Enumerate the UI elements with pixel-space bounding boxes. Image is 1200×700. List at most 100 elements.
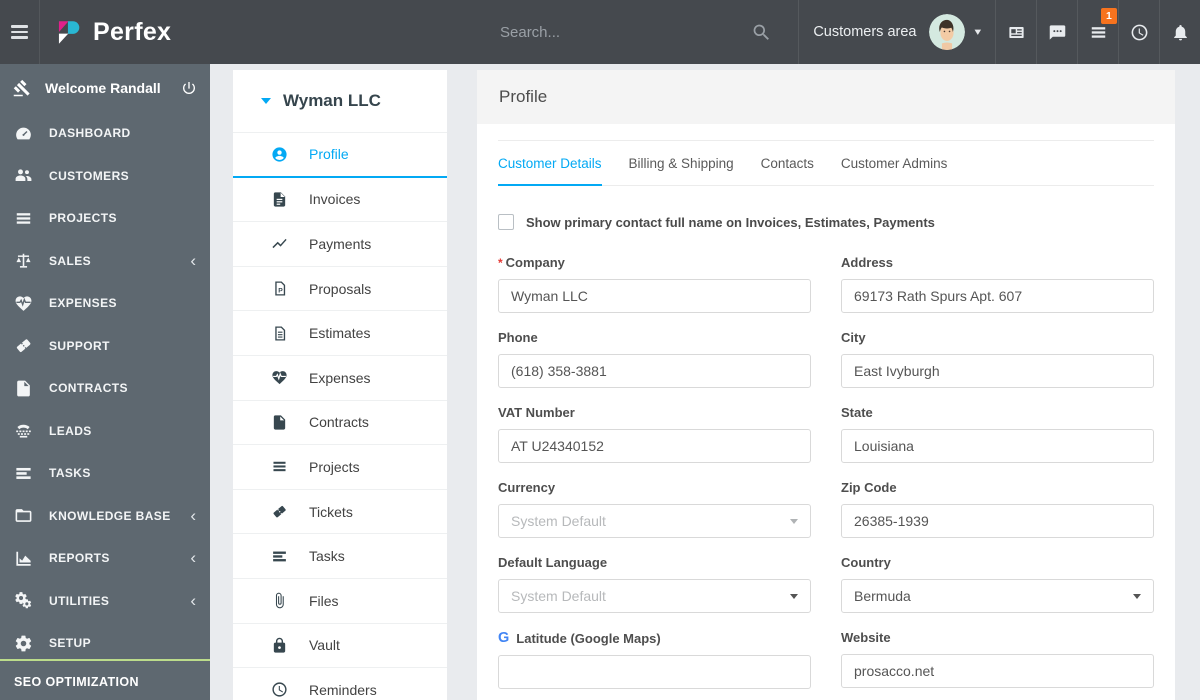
search-input[interactable] — [500, 23, 700, 41]
customer-menu-item-label: Proposals — [309, 280, 372, 297]
estimates-icon — [275, 326, 286, 341]
customer-menu-item-proposals[interactable]: P Proposals — [233, 267, 447, 312]
customer-name: Wyman LLC — [283, 91, 381, 110]
company-input[interactable] — [498, 279, 811, 313]
sidebar-item-utilities[interactable]: UTILITIES ‹ — [0, 580, 210, 623]
reminders-icon — [272, 682, 287, 698]
field-label-website: Website — [841, 630, 891, 645]
customer-menu-item-label: Reminders — [309, 681, 377, 698]
logo-text: Perfex — [93, 17, 172, 46]
customer-menu-item-profile[interactable]: Profile — [233, 133, 447, 178]
customer-menu-item-invoices[interactable]: Invoices — [233, 178, 447, 223]
knowledge-base-icon — [15, 509, 32, 523]
address-input[interactable] — [841, 279, 1154, 313]
customer-menu-item-label: Invoices — [309, 191, 361, 208]
avatar-image — [929, 14, 966, 50]
sidebar-item-label: DASHBOARD — [49, 126, 131, 141]
customer-menu-item-contracts[interactable]: Contracts — [233, 401, 447, 446]
phone-input[interactable] — [498, 354, 811, 388]
customer-name-toggle[interactable]: Wyman LLC — [233, 70, 447, 133]
tab-billing-shipping[interactable]: Billing & Shipping — [629, 141, 734, 185]
bell-icon — [1173, 24, 1187, 40]
payments-icon — [272, 239, 287, 249]
search-icon[interactable] — [751, 22, 772, 43]
primary-contact-checkbox-row: Show primary contact full name on Invoic… — [498, 214, 1154, 230]
sidebar-item-sales[interactable]: SALES ‹ — [0, 240, 210, 283]
show-primary-contact-checkbox[interactable] — [498, 214, 514, 230]
select-value: System Default — [511, 588, 606, 604]
sidebar-item-support[interactable]: SUPPORT — [0, 325, 210, 368]
field-label-zip-code: Zip Code — [841, 480, 897, 495]
chat-button[interactable] — [1036, 0, 1077, 64]
customer-menu-item-label: Files — [309, 592, 339, 609]
menu-button[interactable]: 1 — [1077, 0, 1118, 64]
sidebar-item-customers[interactable]: CUSTOMERS — [0, 155, 210, 198]
field-vat-number: VAT Number — [498, 405, 811, 463]
sidebar-item-reports[interactable]: REPORTS ‹ — [0, 537, 210, 580]
latitude-google-maps-input[interactable] — [498, 655, 811, 689]
sidebar-item-label: KNOWLEDGE BASE — [49, 508, 171, 523]
sidebar-item-leads[interactable]: LEADS — [0, 410, 210, 453]
customer-menu-item-vault[interactable]: Vault — [233, 624, 447, 669]
field-label-company: * Company — [498, 255, 565, 270]
sidebar-item-expenses[interactable]: EXPENSES — [0, 282, 210, 325]
sidebar-item-seo-optimization[interactable]: SEO OPTIMIZATION — [0, 661, 210, 700]
city-input[interactable] — [841, 354, 1154, 388]
customer-menu-item-label: Estimates — [309, 325, 371, 342]
field-company: * Company — [498, 255, 811, 313]
avatar[interactable] — [929, 14, 966, 50]
sidebar-footer: SEO OPTIMIZATION — [0, 659, 210, 700]
field-address: Address — [841, 255, 1154, 313]
website-input[interactable] — [841, 654, 1154, 688]
state-input[interactable] — [841, 429, 1154, 463]
customer-menu-item-projects[interactable]: Projects — [233, 445, 447, 490]
tab-customer-admins[interactable]: Customer Admins — [841, 141, 948, 185]
customer-menu-item-reminders[interactable]: Reminders — [233, 668, 447, 700]
sidebar-item-label: SUPPORT — [49, 338, 110, 353]
newspaper-button[interactable] — [995, 0, 1036, 64]
customer-menu-item-label: Tickets — [309, 503, 353, 520]
power-icon[interactable] — [181, 80, 197, 96]
customers-area-menu[interactable]: Customers area ▾ — [798, 0, 995, 64]
page-header: Profile — [477, 70, 1175, 124]
checkbox-label: Show primary contact full name on Invoic… — [526, 214, 935, 230]
sales-icon — [16, 254, 31, 268]
hamburger-menu-icon[interactable] — [0, 0, 40, 64]
customer-menu-item-tasks[interactable]: Tasks — [233, 534, 447, 579]
clock-button[interactable] — [1118, 0, 1159, 64]
sidebar-item-contracts[interactable]: CONTRACTS — [0, 367, 210, 410]
field-city: City — [841, 330, 1154, 388]
reports-icon — [16, 551, 31, 566]
top-navbar: Perfex Customers area ▾ 1 — [0, 0, 1200, 64]
tab-contacts[interactable]: Contacts — [761, 141, 814, 185]
chevron-down-icon — [790, 518, 798, 524]
sidebar-item-label: SALES — [49, 253, 92, 268]
chevron-down-icon — [790, 593, 798, 599]
projects-icon — [273, 462, 286, 472]
tasks-icon — [273, 551, 286, 562]
sidebar-item-tasks[interactable]: TASKS — [0, 452, 210, 495]
caret-down-icon — [261, 98, 271, 104]
tasks-icon — [16, 467, 31, 479]
customer-menu-item-payments[interactable]: Payments — [233, 222, 447, 267]
currency-select[interactable]: System Default — [498, 504, 811, 538]
country-select[interactable]: Bermuda — [841, 579, 1154, 613]
customer-menu-item-files[interactable]: Files — [233, 579, 447, 624]
tab-customer-details[interactable]: Customer Details — [498, 141, 602, 186]
customer-menu-item-expenses[interactable]: Expenses — [233, 356, 447, 401]
setup-icon — [15, 635, 32, 652]
sidebar-item-label: EXPENSES — [49, 296, 117, 311]
sidebar-item-dashboard[interactable]: DASHBOARD — [0, 112, 210, 155]
projects-icon — [16, 212, 31, 224]
customer-menu-item-tickets[interactable]: Tickets — [233, 490, 447, 535]
contracts-icon — [273, 415, 286, 430]
sidebar-item-projects[interactable]: PROJECTS — [0, 197, 210, 240]
sidebar-item-knowledge-base[interactable]: KNOWLEDGE BASE ‹ — [0, 495, 210, 538]
customer-menu-item-estimates[interactable]: Estimates — [233, 311, 447, 356]
zip-code-input[interactable] — [841, 504, 1154, 538]
menu-icon — [1091, 26, 1105, 38]
bell-button[interactable] — [1159, 0, 1200, 64]
default-language-select[interactable]: System Default — [498, 579, 811, 613]
vat-number-input[interactable] — [498, 429, 811, 463]
app-logo[interactable]: Perfex — [40, 0, 171, 64]
